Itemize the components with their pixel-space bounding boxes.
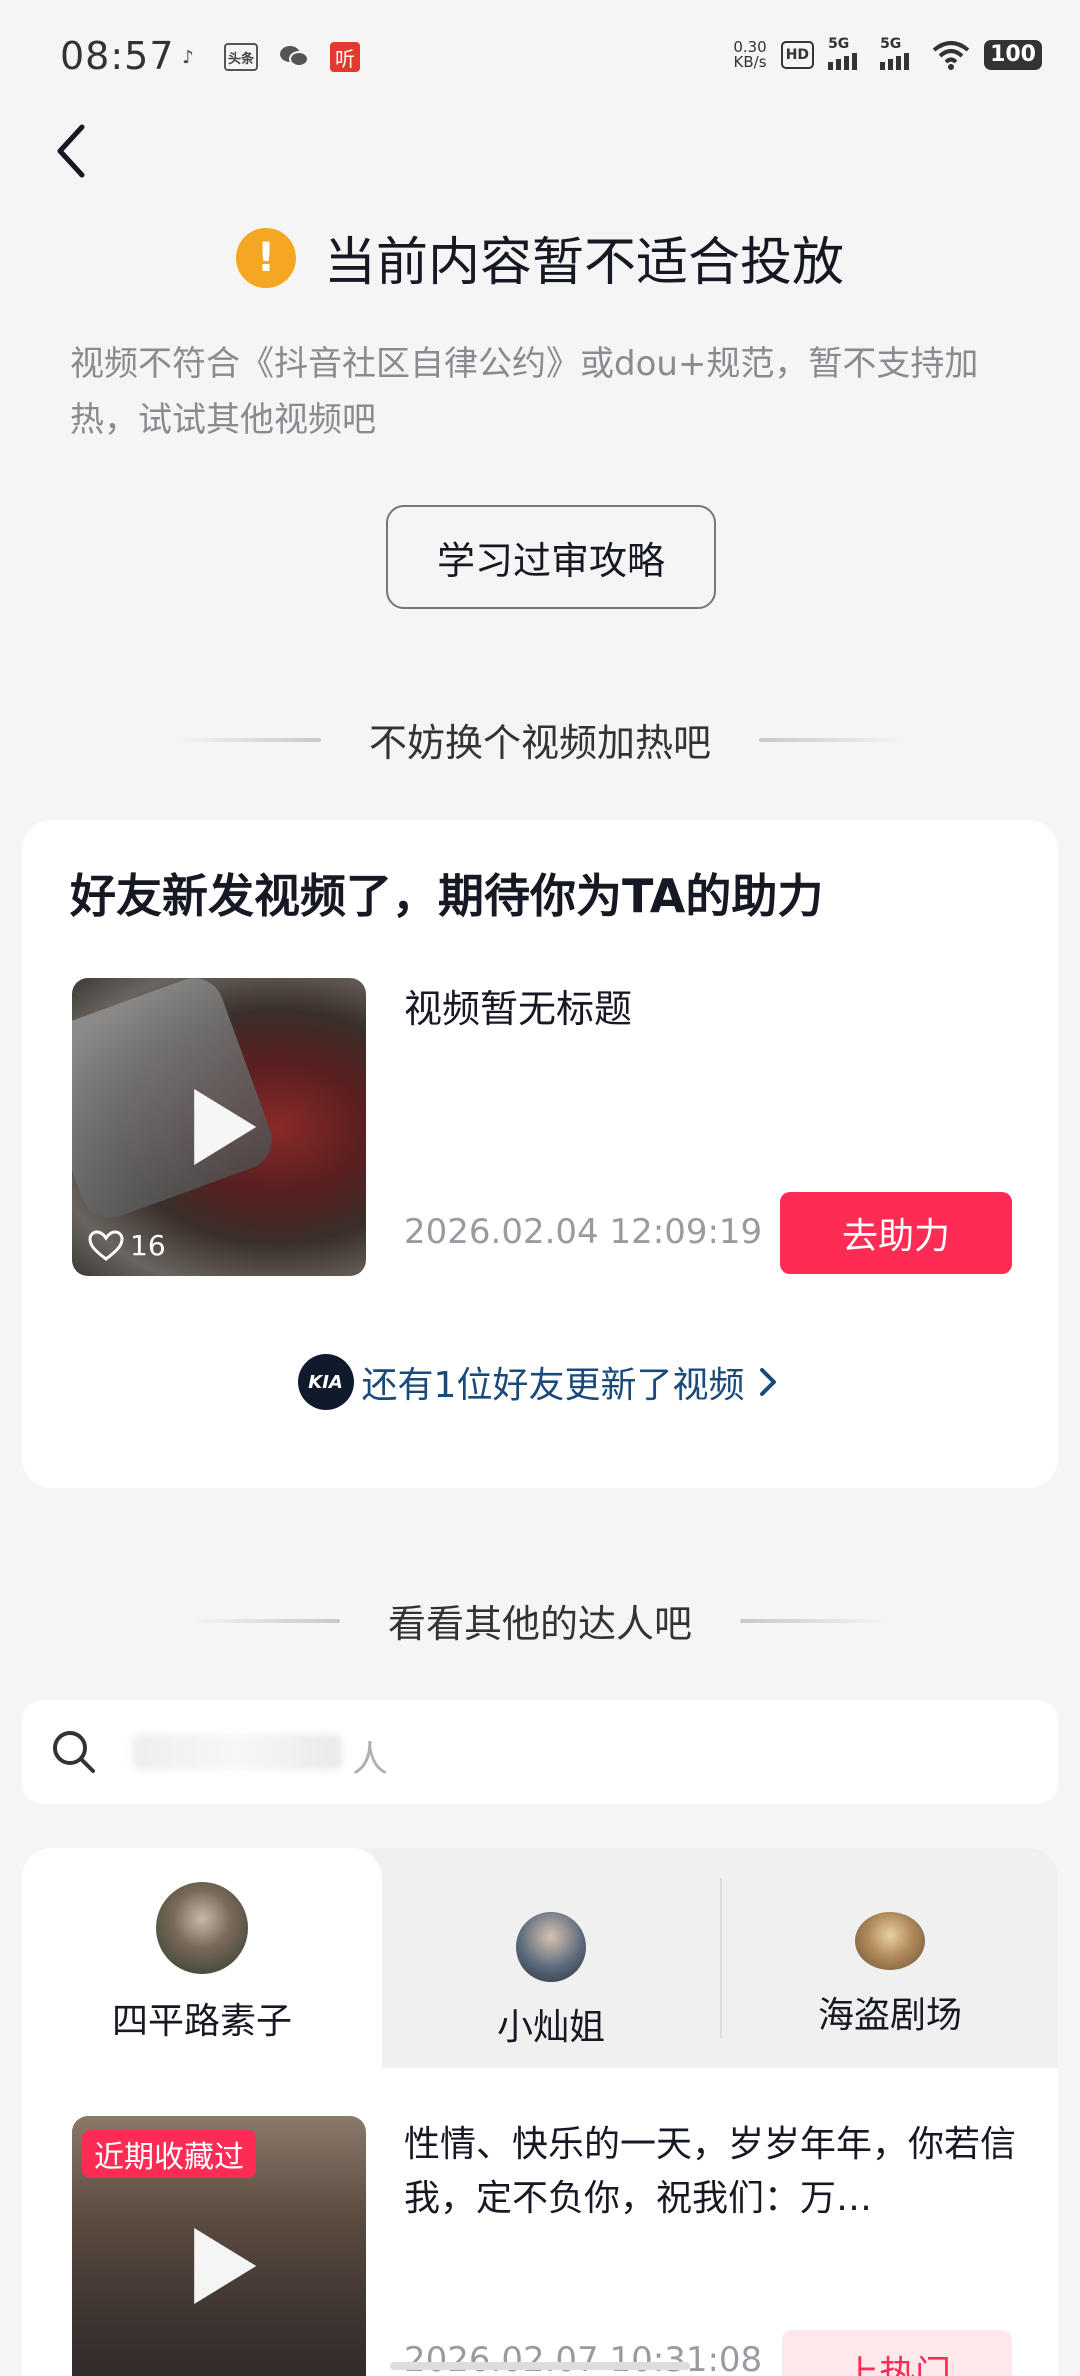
- kia-logo-avatar: KIA: [297, 1354, 354, 1410]
- like-count: 16: [88, 1229, 166, 1262]
- section-title-friends: 不妨换个视频加热吧: [0, 712, 1080, 767]
- avatar: [855, 1912, 925, 1970]
- ting-icon: 听: [330, 42, 360, 72]
- video-thumbnail[interactable]: 16: [72, 978, 366, 1276]
- back-arrow-icon: [57, 124, 85, 178]
- recently-saved-badge: 近期收藏过: [82, 2130, 256, 2178]
- tab-creator-1[interactable]: 四平路素子: [22, 1848, 382, 2068]
- hd-icon: HD: [780, 41, 815, 69]
- avatar: [516, 1912, 586, 1982]
- search-icon: [53, 1731, 95, 1773]
- divider-line: [740, 1618, 890, 1623]
- play-icon: [194, 2228, 257, 2304]
- tab-label: 小灿姐: [496, 2007, 605, 2048]
- avatar: [156, 1882, 248, 1974]
- card-title: 好友新发视频了，期待你为TA的助力: [70, 869, 824, 923]
- section-title-creators: 看看其他的达人吧: [0, 1593, 1080, 1648]
- video-title: 性情、快乐的一天，岁岁年年，你若信我，定不负你，祝我们：万…: [404, 2124, 1017, 2219]
- tab-creator-3[interactable]: 海盗剧场: [720, 1878, 1058, 2038]
- promote-button[interactable]: 上热门: [782, 2330, 1012, 2376]
- more-friends-text: 还有1位好友更新了视频: [361, 1365, 745, 1406]
- video-timestamp: 2026.02.07 10:31:08: [404, 2340, 763, 2376]
- tab-creator-2[interactable]: 小灿姐: [382, 1848, 720, 2068]
- video-timestamp: 2026.02.04 12:09:19: [404, 1212, 763, 1252]
- alert-description: 视频不符合《抖音社区自律公约》或dou+规范，暂不支持加热，试试其他视频吧: [70, 344, 979, 440]
- tab-label: 四平路素子: [111, 2001, 292, 2042]
- notification-icons: ♪ 头条 听: [172, 42, 360, 72]
- boost-friend-button[interactable]: 去助力: [780, 1192, 1012, 1274]
- alert-header: ! 当前内容暂不适合投放: [0, 220, 1080, 295]
- search-input[interactable]: 人: [22, 1700, 1058, 1804]
- video-title: 视频暂无标题: [404, 987, 633, 1031]
- creator-tabs: 四平路素子 小灿姐 海盗剧场: [22, 1848, 1058, 2068]
- divider-line: [189, 1618, 340, 1623]
- learn-review-guide-button[interactable]: 学习过审攻略: [386, 505, 716, 609]
- tab-label: 海盗剧场: [817, 1995, 962, 2036]
- more-friends-link[interactable]: KIA 还有1位好友更新了视频: [22, 1354, 1058, 1410]
- blurred-placeholder: [132, 1734, 342, 1770]
- warning-icon: !: [235, 227, 296, 288]
- signal-icon-2: 5G: [880, 36, 918, 70]
- play-icon: [194, 1089, 257, 1165]
- back-button[interactable]: [52, 116, 112, 186]
- wechat-icon: [278, 42, 310, 72]
- status-bar: 08:57 ♪ 头条 听 0.30 KB/s HD 5G 5G 100: [0, 0, 1080, 110]
- divider-line: [170, 737, 321, 742]
- music-note-icon: ♪: [182, 46, 194, 68]
- page-title: 当前内容暂不适合投放: [323, 233, 844, 293]
- recommended-video-card: 近期收藏过 性情、快乐的一天，岁岁年年，你若信我，定不负你，祝我们：万… 202…: [22, 2068, 1058, 2376]
- section-title-text: 不妨换个视频加热吧: [368, 721, 711, 765]
- section-title-text: 看看其他的达人吧: [387, 1602, 692, 1646]
- home-indicator[interactable]: [390, 2362, 690, 2370]
- wifi-icon: [932, 41, 970, 70]
- status-time: 08:57: [60, 34, 175, 78]
- signal-icon: 5G: [828, 36, 866, 70]
- network-speed: 0.30 KB/s: [733, 38, 767, 71]
- video-thumbnail[interactable]: 近期收藏过: [72, 2116, 366, 2376]
- status-right: 0.30 KB/s HD 5G 5G 100: [733, 36, 1042, 71]
- page: { "status_bar": { "time": "08:57", "left…: [0, 0, 1080, 2376]
- toutiao-icon: 头条: [224, 43, 258, 71]
- search-placeholder-tail: 人: [352, 1739, 389, 1780]
- friend-video-card: 好友新发视频了，期待你为TA的助力 16 视频暂无标题 2026.02.04 1…: [22, 820, 1058, 1488]
- divider-line: [759, 737, 909, 742]
- battery-icon: 100: [984, 40, 1042, 70]
- chevron-right-icon: [760, 1368, 777, 1396]
- heart-icon: [88, 1229, 124, 1261]
